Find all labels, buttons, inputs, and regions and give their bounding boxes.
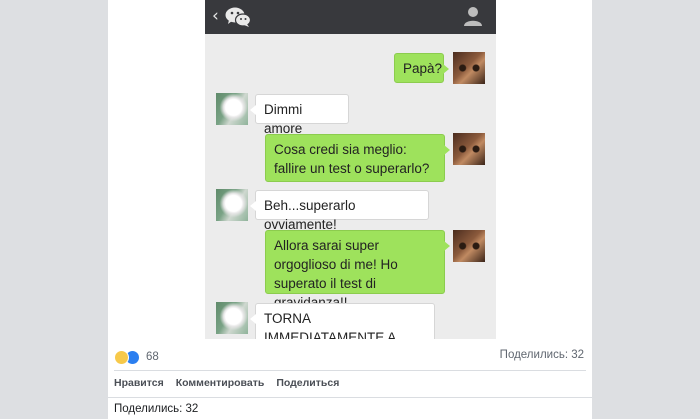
user-icon[interactable]	[464, 6, 482, 26]
chat-screenshot-image: ‹ Papà? Dimmi amore Cosa credi sia megli…	[205, 0, 496, 339]
avatar-daughter	[453, 230, 485, 262]
message-text: Allora sarai super orgoglioso di me! Ho …	[274, 238, 398, 310]
message-bubble: Cosa credi sia meglio: fallire un test o…	[265, 134, 450, 182]
shares-count-link[interactable]: Поделились: 32	[500, 349, 584, 361]
message-bubble: Papà?	[394, 53, 449, 83]
like-button[interactable]: Нравится	[114, 377, 164, 389]
avatar-father	[216, 302, 248, 334]
shares-footer[interactable]: Поделились: 32	[114, 403, 198, 415]
share-button[interactable]: Поделиться	[276, 377, 339, 389]
message-text: Papà?	[403, 61, 443, 76]
post-actions: Нравится Комментировать Поделиться	[114, 377, 339, 389]
message-text: Beh...superarlo ovviamente!	[264, 198, 356, 232]
haha-reaction-icon	[114, 349, 129, 365]
avatar-father	[216, 189, 248, 221]
avatar-daughter	[453, 133, 485, 165]
message-text: TORNA IMMEDIATAMENTE A CASA!!!!	[264, 311, 396, 339]
message-text: Cosa credi sia meglio: fallire un test o…	[274, 142, 430, 176]
message-text: Dimmi amore	[264, 102, 303, 136]
message-bubble: TORNA IMMEDIATAMENTE A CASA!!!!	[250, 303, 435, 339]
reaction-count: 68	[146, 351, 159, 363]
message-bubble: Beh...superarlo ovviamente!	[250, 190, 429, 232]
chevron-left-icon: ‹	[212, 6, 219, 26]
divider	[108, 397, 592, 398]
reactions-summary[interactable]: 68	[114, 349, 159, 365]
avatar-daughter	[453, 52, 485, 84]
divider	[114, 370, 586, 371]
message-bubble: Allora sarai super orgoglioso di me! Ho …	[265, 230, 450, 310]
chat-header: ‹	[205, 0, 496, 34]
avatar-father	[216, 93, 248, 125]
comment-button[interactable]: Комментировать	[176, 377, 265, 389]
wechat-icon	[225, 7, 252, 27]
message-bubble: Dimmi amore	[250, 94, 349, 136]
